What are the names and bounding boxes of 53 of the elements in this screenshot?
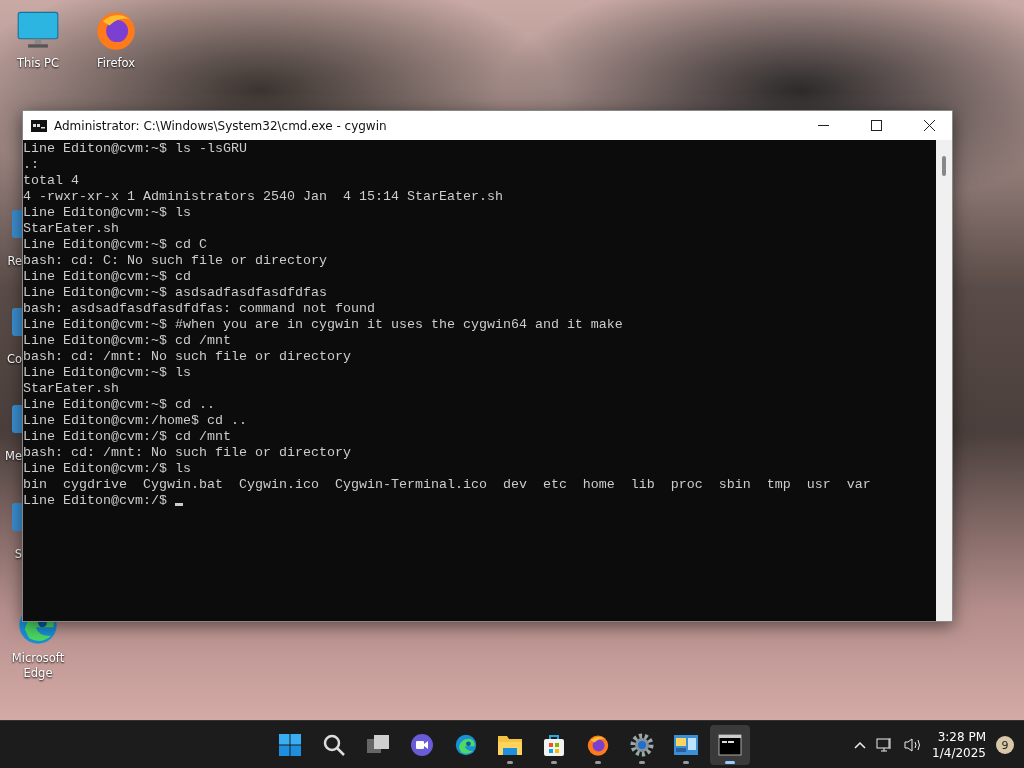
terminal-line: Line Editon@cvm:~$ cd .. [23,397,216,413]
close-icon[interactable] [923,120,935,131]
terminal-line: Line Editon@cvm:~$ cd C [23,237,208,253]
shopping-bag-icon[interactable] [542,733,566,757]
terminal-line: Line Editon@cvm:/$ [23,493,936,509]
terminal-line: bash: cd: /mnt: No such file or directory [23,445,352,461]
notification-badge[interactable]: 9 [996,736,1014,754]
speaker-icon[interactable] [904,737,923,753]
terminal-line: Line Editon@cvm:~$ cd [23,269,192,285]
terminal-line: .: [23,157,40,173]
chevron-up-icon[interactable] [854,741,867,749]
search-icon[interactable] [322,733,346,757]
windows-start-icon[interactable] [278,733,302,757]
firefox-icon[interactable] [586,733,610,757]
desktop-icon-label[interactable]: Co [0,352,22,366]
console-icon [31,119,47,132]
terminal-line: bin cygdrive Cygwin.bat Cygwin.ico Cygwin-Terminal.ico dev etc home lib proc sbin tmp usr var [23,477,872,493]
terminal-line: Line Editon@cvm:~$ asdsadfasdfasdfdfas [23,285,328,301]
terminal-line: Line Editon@cvm:~$ cd /mnt [23,333,232,349]
terminal-line: bash: cd: /mnt: No such file or directory [23,349,352,365]
terminal-line: Line Editon@cvm:/$ cd /mnt [23,429,232,445]
gear-icon[interactable] [630,733,654,757]
terminal-line: 4 -rwxr-xr-x 1 Administrators 2540 Jan 4 15:14 StarEater.sh [23,189,504,205]
edge-icon[interactable] [454,733,478,757]
folder-icon[interactable] [497,733,523,757]
terminal-line: Line Editon@cvm:/home$ cd .. [23,413,248,429]
date-text: 1/4/2025 [932,745,986,761]
window-title: Administrator: C:\Windows\System32\cmd.exe - cygwin [54,118,388,133]
terminal-line: StarEater.sh [23,221,120,237]
desktop-icon-label[interactable]: Re [0,254,22,268]
taskbar-button[interactable] [710,725,750,765]
terminal-line: bash: cd: C: No such file or directory [23,253,328,269]
desktop-icon-label[interactable]: Me [0,449,22,463]
terminal-line: StarEater.sh [23,381,120,397]
terminal-line: Line Editon@cvm:~$ ls [23,205,192,221]
desktop-icon-label[interactable]: S [0,547,22,561]
desktop-icon-label[interactable]: Firefox [81,56,151,71]
control-panel-icon[interactable] [673,734,699,756]
clock[interactable]: 3:28 PM 1/4/2025 [932,729,986,761]
time-text: 3:28 PM [937,729,986,745]
terminal-icon[interactable] [718,734,742,756]
scrollbar-thumb[interactable] [942,156,946,176]
terminal-line: Line Editon@cvm:~$ ls [23,365,192,381]
terminal-line: Line Editon@cvm:~$ #when you are in cygwin it uses the cygwin64 and it make [23,317,624,333]
terminal-line: Line Editon@cvm:/$ ls [23,461,192,477]
video-chat-icon[interactable] [410,733,434,757]
maximize-icon[interactable] [870,120,882,131]
terminal-line: Line Editon@cvm:~$ ls -lsGRU [23,141,248,157]
terminal-line: total 4 [23,173,80,189]
terminal-line: bash: asdsadfasdfasdfdfas: command not found [23,301,376,317]
desktop-icon-label[interactable]: This PC [3,56,73,71]
minimize-icon[interactable] [817,124,829,127]
scrollbar[interactable] [936,140,952,621]
